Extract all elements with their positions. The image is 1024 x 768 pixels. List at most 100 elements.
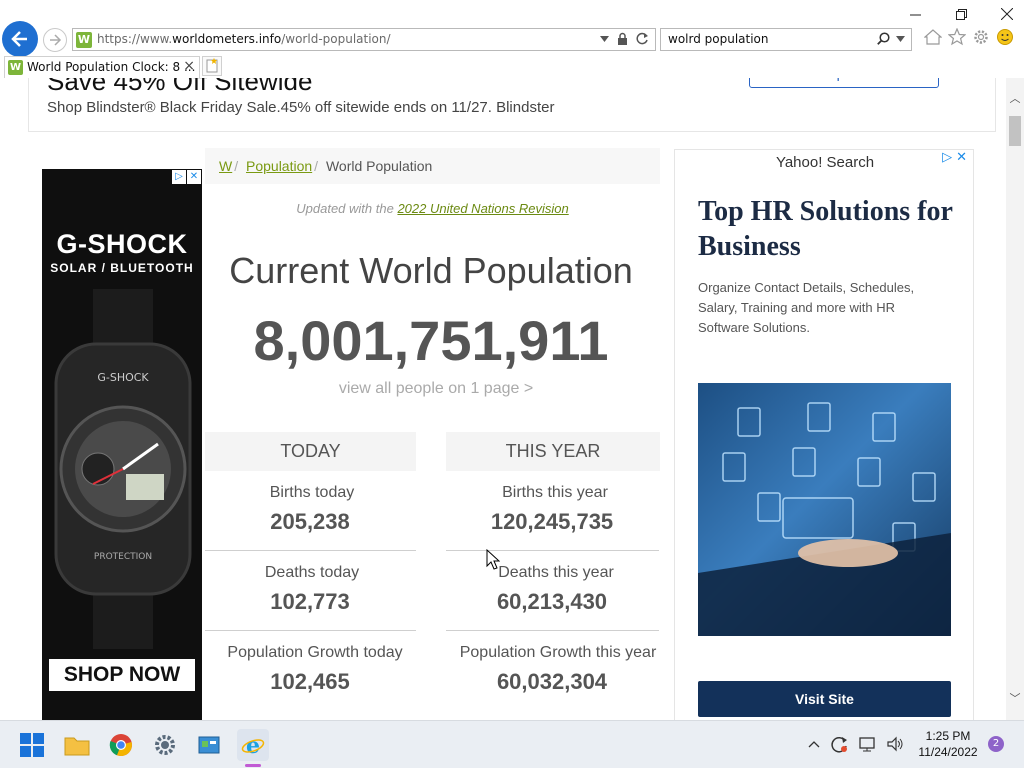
ad-tagline: SOLAR / BLUETOOTH	[50, 261, 194, 275]
search-input[interactable]: wolrd population	[668, 32, 769, 46]
browser-chrome: W https://www.worldometers.info/world-po…	[0, 0, 1024, 78]
tab-close-icon[interactable]: ×	[183, 58, 195, 74]
ad-description: Organize Contact Details, Schedules, Sal…	[698, 280, 915, 335]
search-box[interactable]: wolrd population	[660, 28, 912, 51]
ad-close-icon[interactable]: ✕	[187, 170, 201, 184]
breadcrumb: W / Population / World Population	[205, 148, 660, 184]
gear-icon[interactable]	[972, 28, 990, 46]
births-today-label: Births today	[269, 484, 355, 501]
forward-button[interactable]	[43, 28, 67, 52]
sync-icon[interactable]	[830, 735, 848, 753]
right-sidebar-ad[interactable]: Yahoo! Search ▷ ✕ Top HR Solutions for B…	[674, 149, 974, 720]
deaths-year-value: 60,213,430	[496, 589, 608, 614]
notification-badge[interactable]: 2	[988, 736, 1004, 752]
page-viewport: Save 45% Off Sitewide Shop Blindster® Bl…	[0, 78, 1006, 720]
chrome-icon	[109, 734, 132, 757]
shop-now-ad-button[interactable]: SHOP NOW	[49, 659, 195, 691]
breadcrumb-population-link[interactable]: Population	[246, 158, 312, 174]
clock-time: 1:25 PM	[925, 729, 971, 743]
volume-icon[interactable]	[886, 735, 904, 753]
control-panel-button[interactable]	[193, 729, 225, 761]
svg-text:e: e	[246, 733, 260, 757]
growth-year-label: Population Growth this year	[459, 644, 657, 661]
ad-choices[interactable]: ▷ ✕	[172, 170, 201, 184]
search-icon[interactable]	[877, 32, 890, 45]
breadcrumb-separator: /	[314, 158, 319, 174]
births-year-value: 120,245,735	[490, 509, 614, 534]
chevron-up-icon[interactable]	[808, 740, 820, 748]
refresh-icon[interactable]	[636, 32, 649, 45]
search-icons	[877, 32, 905, 45]
ad-close-icon[interactable]: ✕	[956, 150, 967, 165]
url-domain: worldometers.info	[172, 32, 282, 46]
scroll-down-icon[interactable]: ﹀	[1006, 690, 1024, 706]
growth-today-label: Population Growth today	[227, 644, 403, 661]
favorites-star-icon[interactable]	[948, 28, 966, 46]
windows-logo-icon	[20, 733, 44, 757]
url-path: /world-population/	[281, 32, 391, 46]
settings-app-button[interactable]	[149, 729, 181, 761]
adchoices-icon[interactable]: ▷	[172, 170, 186, 184]
new-tab-button[interactable]	[202, 56, 222, 76]
updated-prefix: Updated with the	[296, 201, 398, 216]
site-favicon-icon: W	[76, 32, 92, 48]
active-app-indicator	[245, 764, 261, 767]
shop-now-button[interactable]: Shop Now	[749, 78, 939, 88]
svg-text:G-SHOCK: G-SHOCK	[97, 371, 149, 384]
arrow-right-icon	[50, 34, 62, 46]
adchoices-icon[interactable]: ▷	[942, 150, 952, 165]
tab-title: World Population Clock: 8 ...	[27, 60, 196, 74]
top-ad-subtext: Shop Blindster® Black Friday Sale.45% of…	[47, 99, 555, 116]
growth-year-value: 60,032,304	[496, 669, 608, 694]
top-banner-ad[interactable]: Save 45% Off Sitewide Shop Blindster® Bl…	[28, 78, 996, 132]
view-all-people-link[interactable]: view all people on 1 page >	[205, 380, 667, 398]
watch-image: G-SHOCK PROTECTION	[54, 289, 192, 649]
chrome-button[interactable]	[105, 729, 137, 761]
url-text[interactable]: https://www.worldometers.info/world-popu…	[97, 32, 391, 46]
restore-button[interactable]	[938, 4, 984, 24]
browser-tab-active[interactable]: W World Population Clock: 8 ... ×	[4, 56, 200, 78]
file-explorer-button[interactable]	[61, 729, 93, 761]
minimize-icon	[909, 14, 921, 15]
divider	[205, 630, 416, 631]
dropdown-icon[interactable]	[896, 35, 905, 42]
breadcrumb-home-link[interactable]: W	[219, 158, 232, 174]
mouse-cursor-icon	[486, 549, 500, 570]
smiley-feedback-icon[interactable]	[996, 28, 1014, 46]
ad-headline: Top HR Solutions for Business	[698, 196, 953, 262]
births-today-value: 205,238	[270, 509, 350, 534]
scroll-thumb[interactable]	[1009, 116, 1021, 146]
vertical-scrollbar[interactable]: ︿ ﹀	[1006, 78, 1024, 720]
today-heading: TODAY	[205, 432, 416, 471]
clock[interactable]: 1:25 PM 11/24/2022	[910, 728, 986, 760]
visit-site-button[interactable]: Visit Site	[698, 681, 951, 717]
scroll-up-icon[interactable]: ︿	[1006, 90, 1024, 106]
growth-today-value: 102,465	[270, 669, 350, 694]
births-year-label: Births this year	[502, 484, 608, 501]
ad-choices[interactable]: ▷ ✕	[942, 150, 967, 165]
internet-explorer-button[interactable]: e	[237, 729, 269, 761]
ad-sponsor: Yahoo! Search	[775, 154, 875, 171]
start-button[interactable]	[16, 729, 48, 761]
lock-icon[interactable]	[617, 32, 628, 45]
close-icon	[1001, 8, 1013, 20]
close-window-button[interactable]	[984, 4, 1024, 24]
address-bar[interactable]: W https://www.worldometers.info/world-po…	[72, 28, 656, 51]
population-counter: 8,001,751,911	[253, 309, 609, 372]
un-revision-link[interactable]: 2022 United Nations Revision	[397, 201, 568, 216]
system-tray	[808, 735, 904, 753]
divider	[446, 550, 659, 551]
minimize-button[interactable]	[892, 4, 938, 24]
dropdown-icon[interactable]	[600, 35, 609, 42]
left-sidebar-ad[interactable]: ▷ ✕ G-SHOCK SOLAR / BLUETOOTH G-SHOCK PR…	[42, 169, 202, 720]
control-panel-icon	[198, 736, 220, 754]
folder-icon	[64, 737, 90, 756]
laptop-illustration	[698, 402, 951, 636]
ad-laptop-image	[698, 383, 951, 636]
home-icon[interactable]	[924, 28, 942, 46]
deaths-today-value: 102,773	[270, 589, 350, 614]
network-icon[interactable]	[858, 735, 876, 753]
back-button[interactable]	[2, 21, 38, 57]
deaths-today-label: Deaths today	[264, 564, 360, 581]
clock-date: 11/24/2022	[918, 745, 978, 759]
